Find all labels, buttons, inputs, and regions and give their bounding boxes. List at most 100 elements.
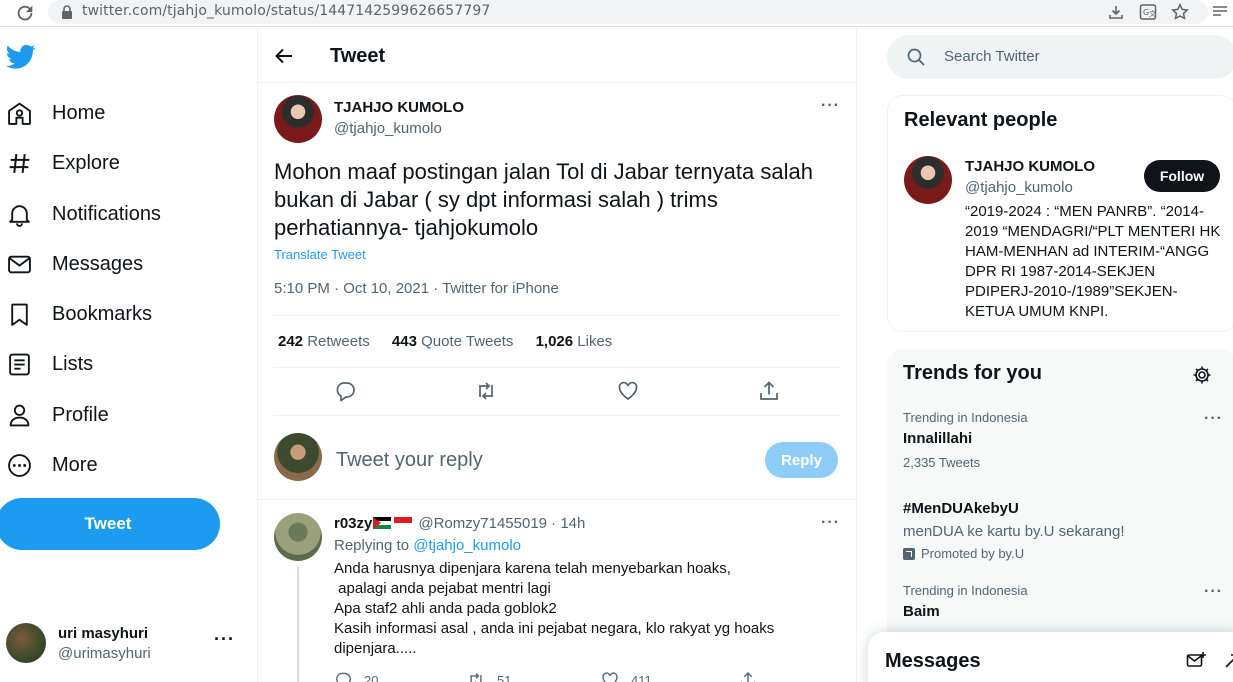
nav-label: Lists xyxy=(52,352,94,375)
trend-name: #MenDUAkebyU xyxy=(903,500,1019,517)
relevant-people-card: Relevant people TJAHJO KUMOLO @tjahjo_ku… xyxy=(887,95,1233,332)
retweets-stat[interactable]: 242 Retweets xyxy=(278,333,370,350)
author-name[interactable]: TJAHJO KUMOLO xyxy=(334,99,464,116)
main-column: Tweet TJAHJO KUMOLO @tjahjo_kumolo ··· M… xyxy=(258,27,857,682)
nav-label: Explore xyxy=(52,151,120,174)
promoted-label: Promoted by by.U xyxy=(903,546,1223,561)
back-arrow-icon[interactable] xyxy=(274,46,294,66)
retweet-icon[interactable] xyxy=(475,380,497,402)
follow-button[interactable]: Follow xyxy=(1144,160,1220,192)
palestine-flag-icon xyxy=(373,517,392,529)
install-app-icon[interactable] xyxy=(1107,3,1125,21)
svg-text:文: 文 xyxy=(1149,9,1156,18)
nav-profile[interactable]: Profile xyxy=(0,392,240,438)
author-handle[interactable]: @tjahjo_kumolo xyxy=(334,120,442,137)
nav-bookmarks[interactable]: Bookmarks xyxy=(0,291,240,337)
reply-icon[interactable] xyxy=(334,380,356,402)
indonesia-flag-icon xyxy=(394,517,413,529)
trend-item[interactable]: #MenDUAkebyU menDUA ke kartu by.U sekara… xyxy=(903,495,1223,561)
hashtag-icon xyxy=(9,153,30,173)
twitter-bird-icon[interactable] xyxy=(6,44,36,70)
account-switcher[interactable]: uri masyhuri @urimasyhuri ··· xyxy=(0,617,250,667)
trend-item[interactable]: Trending in Indonesia Baim ··· xyxy=(903,583,1223,620)
avatar[interactable] xyxy=(274,513,322,561)
person-icon xyxy=(9,404,30,426)
account-name: uri masyhuri xyxy=(58,625,149,642)
reply-action[interactable]: 20 xyxy=(334,671,378,682)
nav-lists[interactable]: Lists xyxy=(0,341,240,387)
more-dots-icon[interactable]: ··· xyxy=(821,97,840,115)
nav-more[interactable]: More xyxy=(0,442,240,488)
card-title: Relevant people xyxy=(904,109,1058,131)
reply-button[interactable]: Reply xyxy=(765,442,838,478)
chevron-up-icon[interactable] xyxy=(1222,651,1233,671)
reload-icon[interactable] xyxy=(14,2,36,24)
share-icon[interactable] xyxy=(758,380,780,402)
reply-handle-time[interactable]: @Romzy71455019 · 14h xyxy=(418,515,585,532)
card-title: Trends for you xyxy=(903,362,1042,384)
translate-tweet-link[interactable]: Translate Tweet xyxy=(274,247,366,262)
avatar[interactable] xyxy=(274,433,322,481)
more-dots-icon[interactable]: ··· xyxy=(214,629,235,650)
like-heart-icon xyxy=(602,672,618,682)
reply-tweet[interactable]: r03zy @Romzy71455019 · 14h ··· Replying t… xyxy=(258,501,857,682)
share-action[interactable] xyxy=(739,671,769,682)
gear-icon[interactable] xyxy=(1192,365,1212,385)
avatar[interactable] xyxy=(6,623,46,663)
nav-label: More xyxy=(52,453,98,476)
nav-label: Home xyxy=(52,101,106,124)
reading-list-icon[interactable] xyxy=(1211,3,1229,21)
reply-header: r03zy @Romzy71455019 · 14h xyxy=(334,515,585,532)
retweet-action[interactable]: 51 xyxy=(467,671,511,682)
promoted-icon xyxy=(903,547,915,560)
nav-messages[interactable]: Messages xyxy=(0,241,240,287)
more-dots-icon[interactable]: ··· xyxy=(1204,583,1223,601)
translate-icon[interactable]: G文 xyxy=(1139,3,1157,21)
like-heart-icon[interactable] xyxy=(617,380,639,402)
new-message-icon[interactable] xyxy=(1186,651,1206,671)
trend-name: Innalillahi xyxy=(903,430,973,447)
nav-explore[interactable]: Explore xyxy=(0,140,240,186)
avatar[interactable] xyxy=(274,95,322,143)
tweet-stats: 242 Retweets 443 Quote Tweets 1,026 Like… xyxy=(278,333,630,350)
like-action[interactable]: 411 xyxy=(601,671,652,682)
reply-author-name[interactable]: r03zy xyxy=(334,515,372,532)
replying-to: Replying to @tjahjo_kumolo xyxy=(334,537,522,554)
person-name[interactable]: TJAHJO KUMOLO xyxy=(965,158,1095,175)
tweet-text: Mohon maaf postingan jalan Tol di Jabar … xyxy=(274,159,813,240)
trend-item[interactable]: Trending in Indonesia Innalillahi 2,335 … xyxy=(903,410,1223,470)
search-input[interactable]: Search Twitter xyxy=(944,48,1040,65)
more-dots-icon[interactable]: ··· xyxy=(821,514,840,532)
browser-toolbar: twitter.com/tjahjo_kumolo/status/1447142… xyxy=(0,0,1233,27)
bookmark-icon xyxy=(11,303,28,326)
reply-composer: Tweet your reply Reply xyxy=(258,416,857,500)
nav-label: Bookmarks xyxy=(52,302,153,325)
person-bio: “2019-2024 : “MEN PANRB”. “2014-2019 “ME… xyxy=(965,203,1221,320)
nav-notifications[interactable]: Notifications xyxy=(0,191,240,237)
bookmark-star-icon[interactable] xyxy=(1171,3,1189,21)
tweet-button[interactable]: Tweet xyxy=(0,498,220,550)
trend-description: menDUA ke kartu by.U sekarang! xyxy=(903,523,1125,540)
reply-input[interactable]: Tweet your reply xyxy=(336,449,483,472)
quote-tweets-stat[interactable]: 443 Quote Tweets xyxy=(392,333,513,350)
retweet-icon xyxy=(470,672,482,682)
right-sidebar: Search Twitter Relevant people TJAHJO KU… xyxy=(857,27,1233,682)
likes-stat[interactable]: 1,026 Likes xyxy=(536,333,613,350)
trend-context: Trending in Indonesia xyxy=(903,410,1028,425)
url-text[interactable]: twitter.com/tjahjo_kumolo/status/1447142… xyxy=(82,3,490,19)
lock-icon xyxy=(62,5,72,19)
thread-line xyxy=(297,567,299,682)
avatar[interactable] xyxy=(904,156,952,204)
list-icon xyxy=(9,353,30,375)
search-box[interactable]: Search Twitter xyxy=(887,35,1233,79)
more-dots-icon[interactable]: ··· xyxy=(1204,410,1223,428)
more-circle-icon xyxy=(8,453,31,477)
nav-home[interactable]: Home xyxy=(0,90,240,136)
nav-label: Notifications xyxy=(52,202,161,225)
home-icon xyxy=(8,102,31,125)
messages-drawer[interactable]: Messages xyxy=(868,632,1233,682)
person-handle[interactable]: @tjahjo_kumolo xyxy=(965,179,1073,196)
envelope-icon xyxy=(8,255,31,273)
tweet-timestamp[interactable]: 5:10 PM · Oct 10, 2021 · Twitter for iPh… xyxy=(274,280,559,297)
replying-to-link[interactable]: @tjahjo_kumolo xyxy=(413,537,521,554)
